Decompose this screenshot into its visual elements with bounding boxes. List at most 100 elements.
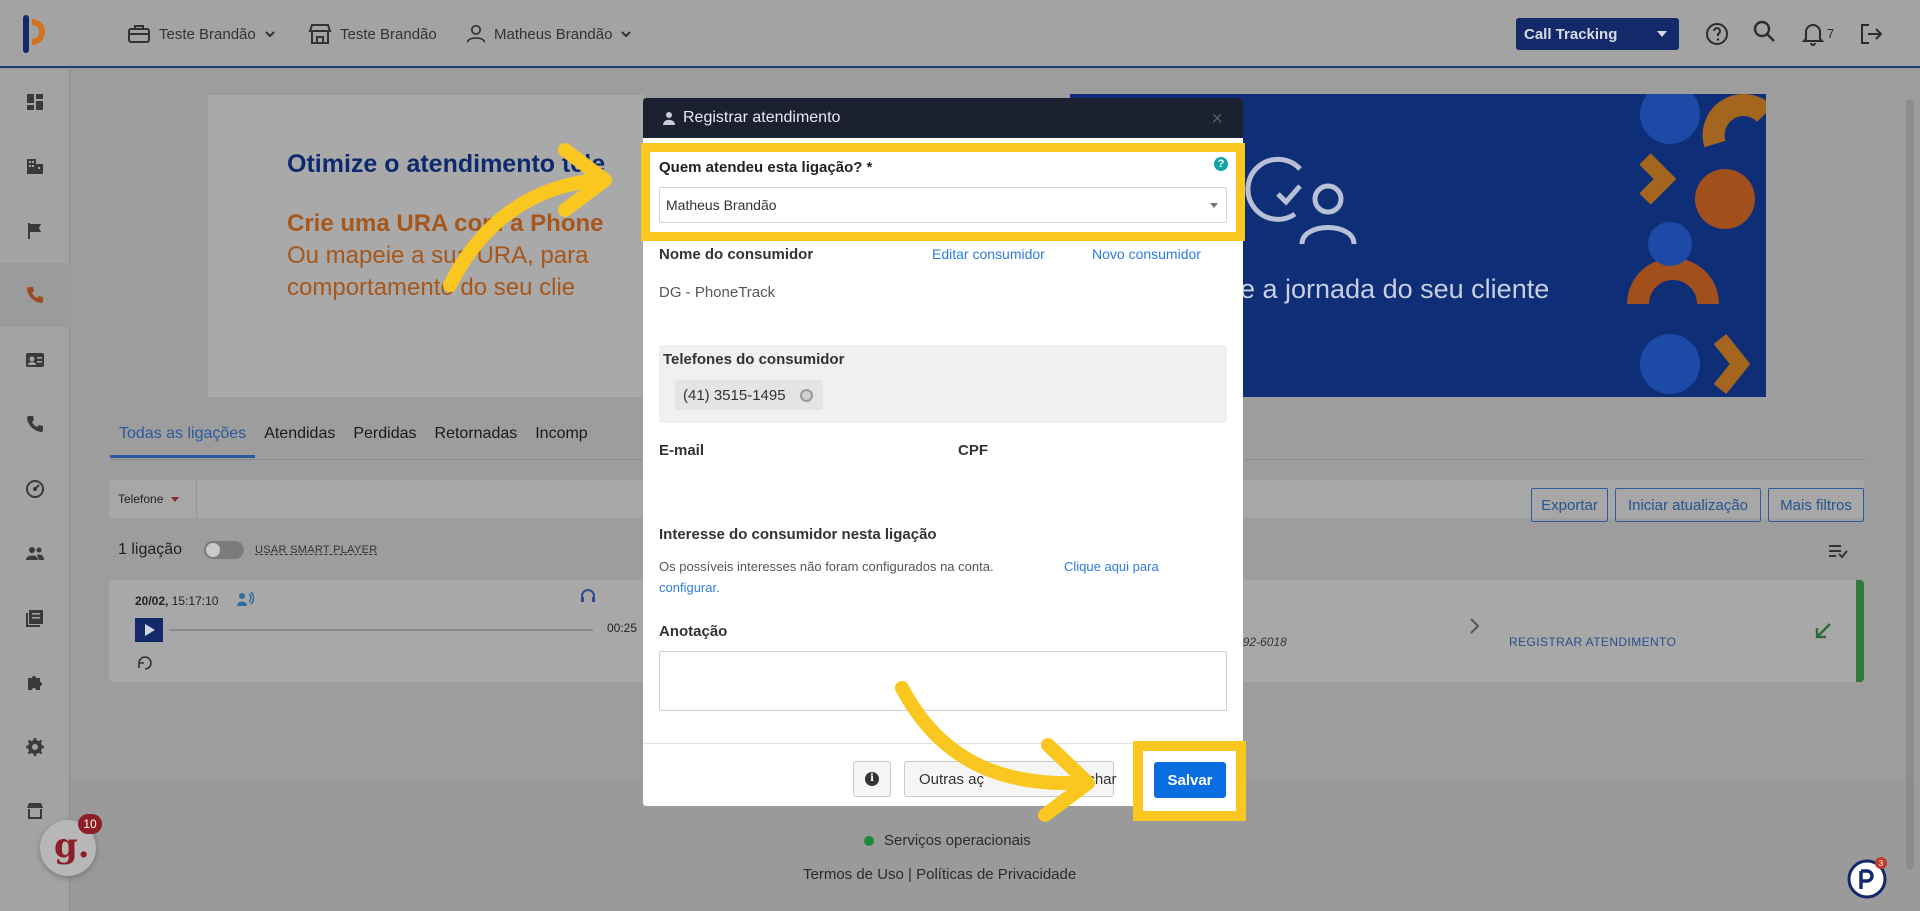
phonetrack-logo[interactable]: [22, 14, 58, 54]
attended-by-label: Quem atendeu esta ligação? *: [659, 159, 873, 176]
chevron-right-icon[interactable]: [1468, 617, 1480, 635]
gauge-icon: [26, 480, 44, 498]
dashboard-icon: [27, 94, 43, 110]
call-datetime: 20/02, 15:17:10: [135, 594, 218, 608]
modal-close-icon[interactable]: ×: [1211, 108, 1223, 131]
help-circle-icon[interactable]: ?: [1214, 157, 1228, 171]
other-actions-label: Outras aç: [919, 770, 985, 788]
sidebar-item-users[interactable]: [0, 521, 70, 585]
chevron-down-icon: [265, 31, 275, 38]
configure-interests-link[interactable]: Clique aqui para: [1064, 559, 1159, 574]
tab-answered[interactable]: Atendidas: [255, 420, 344, 458]
user-icon: [466, 24, 486, 43]
attended-by-select[interactable]: Matheus Brandão: [659, 187, 1227, 223]
phone-outline-icon: [27, 416, 43, 432]
phone-filter-dropdown[interactable]: Telefone: [109, 480, 197, 518]
user-name: Matheus Brandão: [494, 25, 613, 43]
company-switcher[interactable]: Teste Brandão: [127, 22, 276, 46]
consumer-phone-chip[interactable]: (41) 3515-1495: [675, 380, 823, 410]
g-assistant-badge[interactable]: g. 10: [40, 814, 102, 876]
incoming-call-arrow-icon: [1815, 623, 1831, 639]
sidebar-item-companies[interactable]: [0, 134, 70, 198]
store-icon: [27, 803, 43, 819]
play-button[interactable]: [135, 618, 163, 642]
banner-title: Otimize o atendimento tele: [287, 150, 606, 178]
calls-tabs: Todas as ligações Atendidas Perdidas Ret…: [110, 420, 597, 458]
headphones-icon[interactable]: [580, 589, 596, 603]
notification-count: 7: [1827, 26, 1835, 41]
footer-links[interactable]: Termos de Uso | Políticas de Privacidade: [803, 866, 1076, 883]
flag-icon: [28, 223, 41, 239]
banner-right-text: e a jornada do seu cliente: [1240, 274, 1550, 304]
sidebar-item-phones[interactable]: [0, 392, 70, 456]
audio-player: [135, 618, 605, 642]
puzzle-icon: [28, 676, 42, 690]
services-status: Serviços operacionais: [864, 832, 1031, 849]
gear-icon: [26, 738, 44, 756]
smart-player-toggle[interactable]: [204, 541, 244, 559]
tab-all-calls[interactable]: Todas as ligações: [110, 420, 256, 458]
consumer-phones-label: Telefones do consumidor: [663, 351, 845, 368]
briefcase-icon: [128, 25, 150, 43]
sidebar-item-integrations[interactable]: [0, 650, 70, 714]
services-status-text: Serviços operacionais: [884, 832, 1031, 849]
start-update-button[interactable]: Iniciar atualização: [1615, 488, 1761, 522]
phone-icon: [27, 287, 43, 303]
tab-lost[interactable]: Perdidas: [344, 420, 425, 458]
book-icon: [26, 610, 43, 627]
caret-down-icon: [1210, 203, 1218, 208]
store-name: Teste Brandão: [340, 25, 437, 43]
edit-consumer-link[interactable]: Editar consumidor: [932, 246, 1045, 262]
annotation-textarea[interactable]: [659, 651, 1227, 711]
close-modal-button[interactable]: echar: [1079, 761, 1139, 797]
tab-incomplete[interactable]: Incomp: [526, 420, 596, 458]
user-menu[interactable]: Matheus Brandão: [466, 22, 632, 46]
store-switcher[interactable]: Teste Brandão: [308, 22, 437, 46]
repeat-icon[interactable]: [136, 655, 154, 671]
caret-down-icon: [171, 496, 180, 502]
register-call-link[interactable]: REGISTRAR ATENDIMENTO: [1509, 635, 1676, 649]
email-label: E-mail: [659, 442, 705, 459]
phone-radio[interactable]: [800, 389, 813, 402]
call-time: 15:17:10: [171, 594, 219, 608]
building-icon: [27, 159, 43, 174]
modal-header: Registrar atendimento ×: [643, 98, 1243, 138]
sidebar-item-campaigns[interactable]: [0, 199, 70, 263]
bell-icon[interactable]: [1802, 21, 1824, 47]
company-name: Teste Brandão: [159, 25, 256, 43]
page-scrollbar[interactable]: [1906, 100, 1914, 870]
speaking-user-icon: [237, 591, 254, 606]
save-button[interactable]: Salvar: [1154, 762, 1226, 798]
chat-badge-count: 3: [1879, 859, 1884, 868]
search-icon[interactable]: [1752, 19, 1778, 45]
configure-interests-link-cont[interactable]: configurar.: [659, 580, 720, 595]
export-button[interactable]: Exportar: [1531, 488, 1608, 522]
sidebar-item-contacts[interactable]: [0, 328, 70, 392]
info-button[interactable]: i: [853, 761, 891, 797]
sidebar-item-reports[interactable]: [0, 586, 70, 650]
audio-waveform[interactable]: [169, 629, 593, 631]
sort-list-icon[interactable]: [1828, 543, 1848, 559]
caret-down-icon: [1657, 31, 1667, 37]
sidebar-item-calls[interactable]: [0, 263, 70, 327]
users-icon: [26, 547, 44, 560]
call-phone-number: 192-6018: [1236, 635, 1287, 649]
new-consumer-link[interactable]: Novo consumidor: [1092, 246, 1201, 262]
tab-returned[interactable]: Retornadas: [426, 420, 527, 458]
help-icon[interactable]: [1704, 21, 1730, 47]
sidebar-item-settings[interactable]: [0, 715, 70, 779]
product-select[interactable]: Call Tracking: [1516, 18, 1679, 50]
consumer-name-label: Nome do consumidor: [659, 246, 814, 263]
more-filters-button[interactable]: Mais filtros: [1768, 488, 1864, 522]
sidebar-item-performance[interactable]: [0, 457, 70, 521]
store-icon: [308, 24, 332, 44]
smart-player-label[interactable]: USAR SMART PLAYER: [255, 544, 377, 556]
logout-icon[interactable]: [1858, 21, 1884, 47]
chat-widget-button[interactable]: 3: [1847, 857, 1889, 899]
interest-empty-text: Os possíveis interesses não foram config…: [659, 559, 994, 574]
top-bar: Teste Brandão Teste Brandão Matheus Bran…: [0, 0, 1920, 68]
calls-count: 1 ligação: [118, 541, 183, 558]
consumer-name-value: DG - PhoneTrack: [659, 284, 776, 301]
sidebar-item-dashboard[interactable]: [0, 70, 70, 134]
banner-subtitle: Crie uma URA com a Phone: [287, 210, 604, 237]
